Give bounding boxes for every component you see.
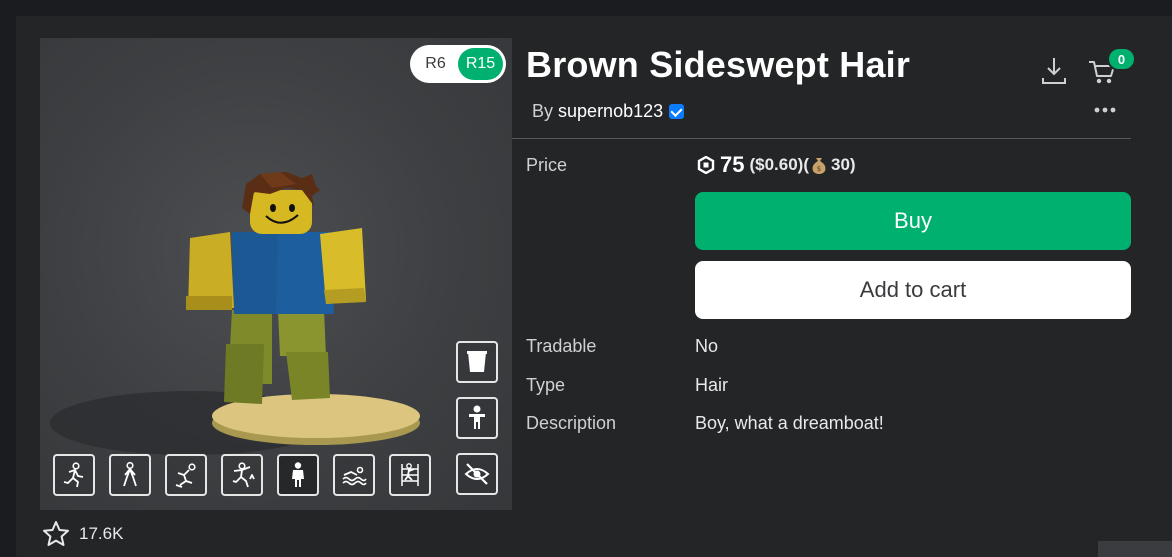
creator-link[interactable]: supernob123 [558, 101, 663, 121]
outfit-icon [467, 351, 487, 372]
price-label: Price [526, 155, 568, 175]
tradable-label: Tradable [526, 336, 597, 356]
item-3d-viewer[interactable]: R6 R15 [40, 38, 512, 510]
animation-fall-button[interactable] [165, 454, 207, 496]
avatar-preview [50, 172, 420, 455]
description-value: Boy, what a dreamboat! [695, 413, 884, 433]
animation-climb-button[interactable] [389, 454, 431, 496]
climb-jump-icon [232, 462, 255, 488]
animation-walk-button[interactable] [109, 454, 151, 496]
type-label: Type [526, 375, 566, 395]
price-alt: 30) [831, 155, 856, 174]
price-usd: ($0.60)( [749, 155, 810, 174]
body-view-button[interactable] [456, 397, 498, 439]
rig-r6-option[interactable]: R6 [413, 48, 458, 80]
idle-icon [292, 462, 304, 487]
swim-icon [342, 466, 367, 486]
animation-idle-button[interactable] [277, 454, 319, 496]
rig-type-toggle[interactable]: R6 R15 [410, 45, 506, 83]
fall-icon [175, 463, 196, 488]
type-value: Hair [695, 375, 729, 395]
description-label: Description [526, 413, 617, 433]
cart-count-badge: 0 [1107, 47, 1136, 71]
rig-r15-option[interactable]: R15 [458, 48, 503, 80]
bottom-corner-bar [1098, 541, 1172, 557]
svg-text:$: $ [817, 165, 821, 173]
climb-icon [401, 463, 419, 486]
star-icon[interactable] [42, 520, 70, 547]
creator-byline: By supernob123 [532, 101, 685, 122]
more-options-button[interactable] [1093, 103, 1117, 117]
walk-icon [123, 461, 137, 487]
verified-badge-icon [669, 104, 685, 119]
add-to-cart-button[interactable]: Add to cart [695, 261, 1131, 319]
price-robux: 75 [720, 152, 745, 177]
animation-swim-button[interactable] [333, 454, 375, 496]
by-prefix: By [532, 101, 554, 121]
tradable-value: No [695, 336, 719, 356]
more-icon [1094, 107, 1116, 113]
favorite-control[interactable]: 17.6K [42, 520, 123, 547]
hide-accessories-button[interactable] [456, 453, 498, 495]
download-icon [1042, 58, 1066, 84]
run-icon [63, 462, 84, 488]
favorite-count: 17.6K [79, 523, 124, 543]
item-title: Brown Sideswept Hair [526, 44, 911, 85]
animation-jump-button[interactable] [221, 454, 263, 496]
money-bag-icon: $ [812, 158, 826, 174]
outfit-view-button[interactable] [456, 341, 498, 383]
price-value: 75 ($0.60)( $ 30) [697, 152, 856, 178]
robux-icon [697, 156, 715, 174]
animation-run-button[interactable] [53, 454, 95, 496]
header-divider [512, 138, 1131, 139]
download-button[interactable] [1040, 56, 1068, 86]
body-icon [469, 405, 485, 429]
hide-icon [464, 463, 490, 485]
buy-button[interactable]: Buy [695, 192, 1131, 250]
